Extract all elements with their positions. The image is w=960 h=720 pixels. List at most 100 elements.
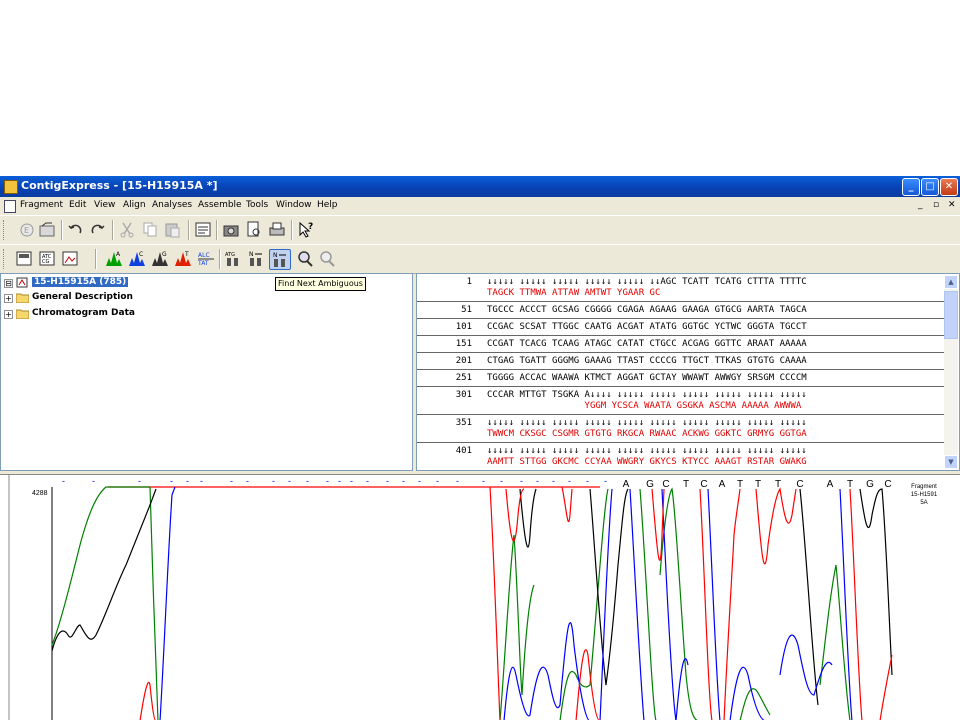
- maximize-button[interactable]: □: [921, 178, 939, 196]
- vertical-scrollbar[interactable]: ▲ ▼: [944, 275, 958, 469]
- menu-assemble[interactable]: Assemble: [198, 200, 242, 210]
- sequence-text[interactable]: ↓↓↓↓↓ ↓↓↓↓↓ ↓↓↓↓↓ ↓↓↓↓↓ ↓↓↓↓↓ ↓↓↓↓↓ ↓↓↓↓…: [487, 446, 807, 456]
- zoom-in-icon[interactable]: [295, 249, 315, 268]
- ambiguous-marker: -: [246, 476, 249, 486]
- fragment-tree[interactable]: ⊟ 15-H15915A (785) + General Description…: [0, 273, 413, 471]
- trace-t: [139, 486, 893, 720]
- mdi-minimize-button[interactable]: _: [918, 200, 923, 210]
- view-image-icon[interactable]: [60, 249, 80, 268]
- title-bar[interactable]: ContigExpress - [15-H15915A *] _ □ ✕: [0, 176, 960, 197]
- redo-icon[interactable]: [88, 220, 108, 239]
- ambiguous-marker: -: [272, 476, 275, 486]
- app-icon[interactable]: [4, 180, 18, 194]
- camera-icon[interactable]: [221, 220, 241, 239]
- view-sequence-icon[interactable]: ATC CG: [37, 249, 57, 268]
- copy-icon[interactable]: [140, 220, 160, 239]
- reverse-complement-icon[interactable]: ALC TAT: [196, 249, 216, 268]
- ambiguous-marker: -: [552, 476, 555, 486]
- sequence-text[interactable]: ↓↓↓↓↓ ↓↓↓↓↓ ↓↓↓↓↓ ↓↓↓↓↓ ↓↓↓↓↓ ↓↓AGC TCAT…: [487, 277, 807, 287]
- ambiguous-marker: -: [326, 476, 329, 486]
- sequence-text[interactable]: CCGAT TCACG TCAAG ATAGC CATAT CTGCC ACGA…: [487, 339, 807, 349]
- sequence-text[interactable]: CCGAC SCSAT TTGGC CAATG ACGAT ATATG GGTG…: [487, 322, 807, 332]
- help-pointer-icon[interactable]: ?: [296, 220, 316, 239]
- paste-icon[interactable]: [163, 220, 183, 239]
- scroll-down-icon[interactable]: ▼: [944, 455, 958, 469]
- row-number: 201: [455, 356, 472, 366]
- chromatogram-plot: 4288 ---------------------------- AGCTCA…: [8, 475, 938, 720]
- sequence-text[interactable]: CCCAR MTTGT TSGKA A↓↓↓↓ ↓↓↓↓↓ ↓↓↓↓↓ ↓↓↓↓…: [487, 390, 807, 400]
- base-call-label: T: [775, 479, 781, 490]
- chromatogram-pane[interactable]: 4288 ---------------------------- AGCTCA…: [0, 474, 960, 720]
- menu-view[interactable]: View: [94, 200, 115, 210]
- open-folder-icon[interactable]: [38, 220, 58, 239]
- sequence-text[interactable]: ↓↓↓↓↓ ↓↓↓↓↓ ↓↓↓↓↓ ↓↓↓↓↓ ↓↓↓↓↓ ↓↓↓↓↓ ↓↓↓↓…: [487, 418, 807, 428]
- ambiguous-text[interactable]: YGGM YCSCA WAATA GSGKA ASCMA AAAAA AWWWA: [487, 401, 802, 411]
- ambiguous-marker: -: [500, 476, 503, 486]
- trace-a-icon[interactable]: A: [104, 249, 124, 268]
- folder-icon: [16, 309, 29, 319]
- menu-fragment[interactable]: Fragment: [20, 200, 63, 210]
- toolbar-grip[interactable]: [3, 249, 7, 269]
- svg-text:C: C: [139, 251, 143, 258]
- base-call-label: C: [796, 479, 803, 490]
- svg-text:A: A: [116, 251, 121, 258]
- print-icon[interactable]: [267, 220, 287, 239]
- expand-toggle[interactable]: +: [4, 310, 13, 319]
- trace-t-icon[interactable]: T: [173, 249, 193, 268]
- menu-help[interactable]: Help: [317, 200, 338, 210]
- cut-icon[interactable]: [117, 220, 137, 239]
- mdi-close-button[interactable]: ✕: [948, 200, 956, 210]
- print-preview-icon[interactable]: [244, 220, 264, 239]
- document-icon[interactable]: [4, 200, 16, 213]
- menu-analyses[interactable]: Analyses: [152, 200, 192, 210]
- undo-icon[interactable]: [65, 220, 85, 239]
- ambiguous-marker: -: [482, 476, 485, 486]
- row-number: 101: [455, 322, 472, 332]
- ambiguous-marker: -: [350, 476, 353, 486]
- ambiguous-marker: -: [402, 476, 405, 486]
- toolbar-grip[interactable]: [3, 220, 7, 240]
- toolbar-separator: [219, 249, 221, 269]
- sequence-text[interactable]: TGGGG ACCAC WAAWA KTMCT AGGAT GCTAY WWAW…: [487, 373, 807, 383]
- ambiguous-text[interactable]: TWWCM CKSGC CSGMR GTGTG RKGCA RWAAC ACKW…: [487, 429, 807, 439]
- expand-toggle[interactable]: +: [4, 294, 13, 303]
- ambiguous-marker: -: [230, 476, 233, 486]
- ambiguous-marker: -: [436, 476, 439, 486]
- ambiguous-text[interactable]: AAMTT STTGG GKCMC CCYAA WWGRY GKYCS KTYC…: [487, 457, 807, 467]
- fragment-icon: [16, 277, 28, 288]
- menu-align[interactable]: Align: [123, 200, 146, 210]
- sequence-text[interactable]: TGCCC ACCCT GCSAG CGGGG CGAGA AGAAG GAAG…: [487, 305, 807, 315]
- menu-edit[interactable]: Edit: [69, 200, 86, 210]
- svg-text:ATG: ATG: [225, 252, 235, 258]
- zoom-out-icon[interactable]: [317, 249, 337, 268]
- find-n-icon[interactable]: N: [246, 249, 266, 268]
- collapse-toggle[interactable]: ⊟: [4, 279, 13, 288]
- fragment-label: 5A: [920, 500, 927, 506]
- scroll-thumb[interactable]: [944, 291, 958, 339]
- svg-text:N: N: [249, 251, 254, 258]
- enzyme-icon[interactable]: E: [17, 220, 37, 239]
- row-number: 301: [455, 390, 472, 400]
- mdi-restore-button[interactable]: ▫: [933, 200, 939, 210]
- properties-icon[interactable]: [193, 220, 213, 239]
- ambiguous-marker: -: [456, 476, 459, 486]
- sequence-text[interactable]: CTGAG TGATT GGGMG GAAAG TTAST CCCCG TTGC…: [487, 356, 807, 366]
- ambiguous-marker: -: [586, 476, 589, 486]
- menu-window[interactable]: Window: [276, 200, 312, 210]
- close-button[interactable]: ✕: [940, 178, 958, 196]
- trace-g-icon[interactable]: G: [150, 249, 170, 268]
- traces: [51, 486, 893, 720]
- menu-tools[interactable]: Tools: [246, 200, 268, 210]
- svg-text:G: G: [162, 251, 167, 258]
- trace-c-icon[interactable]: C: [127, 249, 147, 268]
- row-number: 151: [455, 339, 472, 349]
- find-next-ambiguous-icon[interactable]: N: [269, 249, 291, 270]
- view-text-icon[interactable]: [14, 249, 34, 268]
- ambiguous-text[interactable]: TAGCK TTMWA ATTAW AMTWT YGAAR GC: [487, 288, 660, 298]
- find-atg-icon[interactable]: ATG: [223, 249, 243, 268]
- minimize-button[interactable]: _: [902, 178, 920, 196]
- base-call-label: A: [827, 479, 834, 490]
- ambiguous-marker: -: [386, 476, 389, 486]
- sequence-pane[interactable]: 1 ↓↓↓↓↓ ↓↓↓↓↓ ↓↓↓↓↓ ↓↓↓↓↓ ↓↓↓↓↓ ↓↓AGC TC…: [416, 273, 960, 471]
- scroll-up-icon[interactable]: ▲: [944, 275, 958, 289]
